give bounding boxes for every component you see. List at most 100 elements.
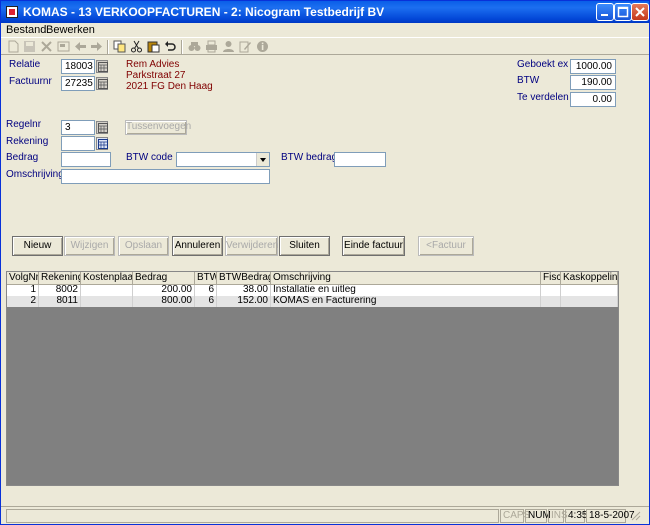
toolbar: [1, 37, 649, 55]
rekening-field[interactable]: [61, 136, 95, 151]
table-cell: 152.00: [217, 296, 271, 307]
geboekt-field: 1000.00: [570, 59, 616, 74]
column-header[interactable]: Omschrijving: [271, 272, 541, 285]
new-doc-icon[interactable]: [7, 40, 20, 53]
wijzigen-button[interactable]: Wijzigen: [64, 236, 115, 256]
minimize-icon: [601, 14, 608, 16]
rekening-lookup-button[interactable]: [96, 137, 108, 150]
table-row[interactable]: 2 8011 800.00 6 152.00 KOMAS en Facturer…: [7, 296, 618, 307]
find-icon[interactable]: [188, 40, 201, 53]
back-arrow-icon[interactable]: [74, 40, 87, 53]
chevron-down-icon[interactable]: [256, 153, 269, 166]
nieuw-button[interactable]: Nieuw: [12, 236, 63, 256]
num-indicator: NUM: [525, 509, 551, 523]
table-cell: 8011: [39, 296, 81, 307]
column-header[interactable]: Kostenplaats: [81, 272, 133, 285]
column-header[interactable]: Bedrag: [133, 272, 195, 285]
address-name: Rem Advies: [126, 59, 180, 70]
record-icon[interactable]: [57, 40, 70, 53]
toolbar-separator: [107, 40, 109, 54]
status-time: 4:35: [565, 509, 587, 523]
column-header[interactable]: Kaskoppeling: [561, 272, 618, 285]
table-row[interactable]: 1 8002 200.00 6 38.00 Installatie en uit…: [7, 285, 618, 296]
person-icon[interactable]: [222, 40, 235, 53]
table-cell: 200.00: [133, 285, 195, 296]
annuleren-button[interactable]: Annuleren: [172, 236, 223, 256]
resize-grip[interactable]: [627, 509, 647, 523]
invoice-lines-table[interactable]: VolgNr Rekening Kostenplaats Bedrag BTW …: [6, 271, 619, 486]
btw-code-select[interactable]: [176, 152, 270, 167]
regelnr-lookup-button[interactable]: [96, 121, 108, 134]
copy-icon[interactable]: [113, 40, 126, 53]
sluiten-button[interactable]: Sluiten: [279, 236, 330, 256]
save-icon[interactable]: [23, 40, 36, 53]
table-cell: [541, 296, 561, 307]
omschrijving-field[interactable]: [61, 169, 270, 184]
btw-bedrag-field[interactable]: [334, 152, 386, 167]
maximize-button[interactable]: [614, 3, 632, 21]
column-header[interactable]: Rekening: [39, 272, 81, 285]
vorige-factuur-button[interactable]: <Factuur: [418, 236, 474, 256]
table-cell: [81, 285, 133, 296]
address-city: 2021 FG Den Haag: [126, 81, 213, 92]
cut-icon[interactable]: [130, 40, 143, 53]
btw-field: 190.00: [570, 75, 616, 90]
close-icon: [635, 7, 645, 17]
forward-arrow-icon[interactable]: [90, 40, 103, 53]
close-button[interactable]: [631, 3, 649, 21]
menu-bar: Bestand Bewerken: [1, 23, 649, 37]
title-bar[interactable]: KOMAS - 13 VERKOOPFACTUREN - 2: Nicogram…: [1, 1, 649, 23]
calendar-icon: [98, 79, 108, 89]
edit-icon[interactable]: [239, 40, 252, 53]
table-cell: 6: [195, 296, 217, 307]
minimize-button[interactable]: [596, 3, 614, 21]
menu-bestand[interactable]: Bestand: [6, 24, 46, 36]
opslaan-button[interactable]: Opslaan: [118, 236, 169, 256]
relatie-lookup-button[interactable]: [96, 60, 108, 73]
app-window: KOMAS - 13 VERKOOPFACTUREN - 2: Nicogram…: [0, 0, 650, 525]
relatie-field[interactable]: 18003: [61, 59, 95, 74]
print-icon[interactable]: [205, 40, 218, 53]
regelnr-label: Regelnr: [6, 119, 42, 130]
column-header[interactable]: VolgNr: [7, 272, 39, 285]
table-cell: [541, 285, 561, 296]
maximize-icon: [617, 6, 629, 18]
btw-bedrag-label: BTW bedrag: [281, 152, 338, 163]
tussenvoegen-button[interactable]: Tussenvoegen: [125, 120, 191, 135]
einde-factuur-button[interactable]: Einde factuur: [342, 236, 405, 256]
table-cell: [81, 296, 133, 307]
status-bar: CAPS NUM INS 4:35 18-5-2007: [1, 506, 649, 524]
omschrijving-label: Omschrijving: [6, 169, 64, 180]
rekening-label: Rekening: [6, 136, 49, 147]
te-verdelen-field: 0.00: [570, 92, 616, 107]
factuurnr-lookup-button[interactable]: [96, 77, 108, 90]
menu-bewerken[interactable]: Bewerken: [46, 24, 95, 36]
undo-icon[interactable]: [164, 40, 177, 53]
bedrag-field[interactable]: [61, 152, 111, 167]
column-header[interactable]: BTW: [195, 272, 217, 285]
caps-indicator: CAPS: [500, 509, 530, 523]
factuurnr-field[interactable]: 27235: [61, 76, 95, 91]
calendar-icon: [98, 62, 108, 72]
table-cell: 2: [7, 296, 39, 307]
table-cell: Installatie en uitleg: [271, 285, 541, 296]
address-street: Parkstraat 27: [126, 70, 186, 81]
table-header: VolgNr Rekening Kostenplaats Bedrag BTW …: [7, 272, 618, 285]
paste-icon[interactable]: [147, 40, 160, 53]
verwijderen-button[interactable]: Verwijderen: [225, 236, 278, 256]
column-header[interactable]: Fisc: [541, 272, 561, 285]
table-cell: 800.00: [133, 296, 195, 307]
column-header[interactable]: BTWBedrag: [217, 272, 271, 285]
delete-icon[interactable]: [40, 40, 53, 53]
table-cell: 1: [7, 285, 39, 296]
table-cell: 38.00: [217, 285, 271, 296]
btw-label: BTW: [517, 75, 540, 86]
relatie-label: Relatie: [9, 59, 41, 70]
regelnr-field[interactable]: 3: [61, 120, 95, 135]
factuurnr-label: Factuurnr: [9, 76, 52, 87]
window-title: KOMAS - 13 VERKOOPFACTUREN - 2: Nicogram…: [23, 5, 385, 19]
bedrag-label: Bedrag: [6, 152, 39, 163]
info-icon[interactable]: [256, 40, 269, 53]
app-icon: [6, 6, 18, 18]
geboekt-label: Geboekt ex: [517, 59, 569, 70]
